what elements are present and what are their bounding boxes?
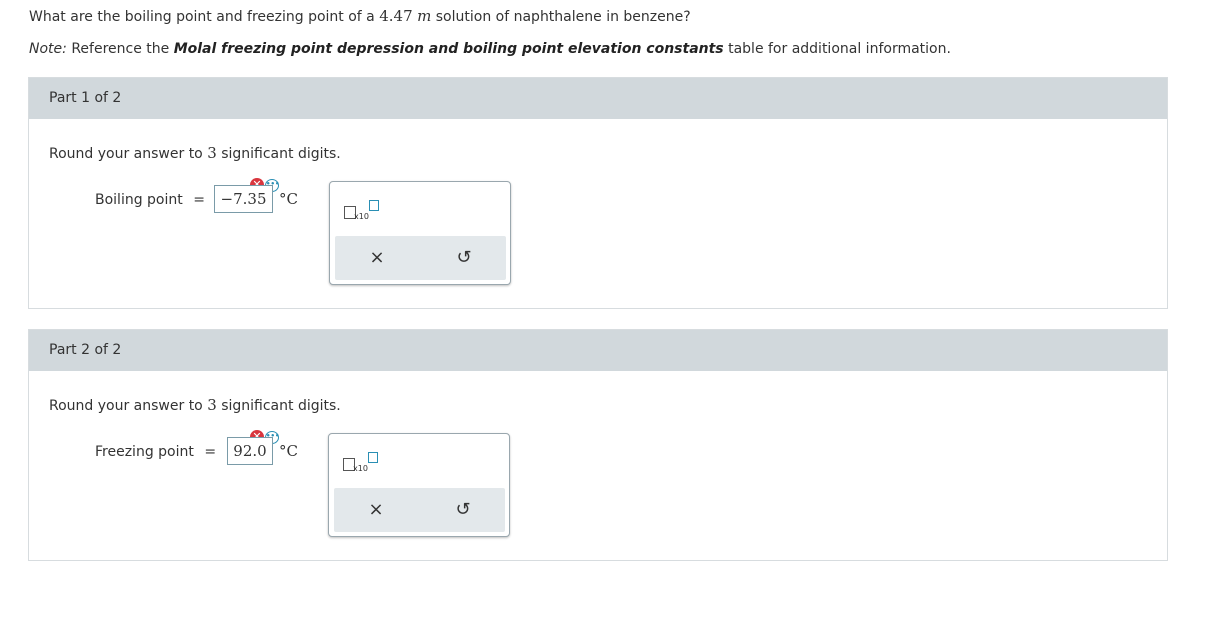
molality-unit: m: [417, 7, 432, 25]
boiling-point-label: Boiling point =: [95, 192, 205, 208]
note-label: Note:: [29, 41, 67, 57]
equals-sign: =: [193, 192, 205, 208]
significant-digits-count: 3: [207, 144, 217, 162]
note-suffix: table for additional information.: [728, 41, 951, 57]
reference-table-link[interactable]: Molal freezing point depression and boil…: [174, 41, 724, 57]
field-label: Boiling point: [95, 192, 183, 208]
unit-label: °C: [279, 190, 298, 208]
clear-button[interactable]: ×: [346, 488, 406, 532]
question-prefix: What are the boiling point and freezing …: [29, 9, 375, 25]
question-text: What are the boiling point and freezing …: [29, 7, 691, 26]
unit-label: °C: [279, 442, 298, 460]
answer-tools-palette: x10 × ↺: [329, 181, 511, 285]
part-2-header: Part 2 of 2: [29, 330, 1167, 371]
instruction-prefix: Round your answer to: [49, 398, 203, 414]
clear-button[interactable]: ×: [347, 236, 407, 280]
x10-label: x10: [353, 464, 368, 473]
molality-value: 4.47: [379, 7, 413, 25]
instruction-suffix: significant digits.: [221, 398, 341, 414]
boiling-point-input[interactable]: −7.35: [214, 185, 273, 213]
instruction-suffix: significant digits.: [221, 146, 341, 162]
scientific-notation-button[interactable]: x10: [344, 196, 384, 222]
answer-tools-palette: x10 × ↺: [328, 433, 510, 537]
note-text: Note: Reference the Molal freezing point…: [29, 40, 951, 58]
instruction-prefix: Round your answer to: [49, 146, 203, 162]
part-1-panel: Part 1 of 2 Round your answer to 3 signi…: [28, 77, 1168, 309]
part-1-instruction: Round your answer to 3 significant digit…: [49, 144, 341, 162]
part-2-instruction: Round your answer to 3 significant digit…: [49, 396, 341, 414]
exponent-box-icon: [368, 452, 378, 463]
undo-button[interactable]: ↺: [434, 236, 494, 280]
x10-label: x10: [354, 212, 369, 221]
tool-row: × ↺: [334, 488, 505, 532]
equals-sign: =: [204, 444, 217, 460]
freezing-point-input[interactable]: 92.0: [227, 437, 273, 465]
undo-button[interactable]: ↺: [433, 488, 493, 532]
part-1-header: Part 1 of 2: [29, 78, 1167, 119]
question-suffix: solution of naphthalene in benzene?: [435, 9, 691, 25]
part-2-panel: Part 2 of 2 Round your answer to 3 signi…: [28, 329, 1168, 561]
exponent-box-icon: [369, 200, 379, 211]
scientific-notation-button[interactable]: x10: [343, 448, 383, 474]
field-label: Freezing point: [95, 444, 194, 460]
tool-row: × ↺: [335, 236, 506, 280]
freezing-point-label: Freezing point =: [95, 444, 216, 460]
note-prefix: Reference the: [71, 41, 170, 57]
significant-digits-count: 3: [207, 396, 217, 414]
